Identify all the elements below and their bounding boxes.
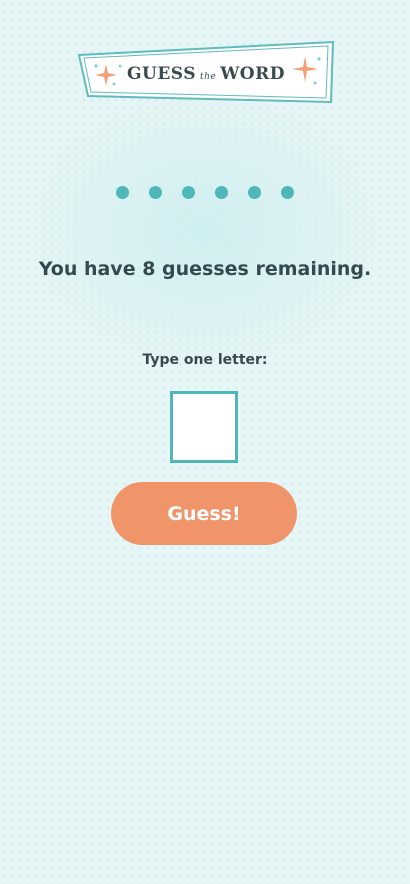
letter-prompt-label: Type one letter: [142, 352, 268, 368]
logo-word-the: the [199, 72, 217, 82]
guesses-remaining-text: You have 8 guesses remaining. [38, 258, 372, 280]
hidden-letter-dot [182, 186, 195, 199]
hidden-letter-dot [248, 186, 261, 199]
game-logo: GUESS the WORD [76, 40, 336, 106]
hidden-letter-dot [281, 186, 294, 199]
logo-word-guess: GUESS [126, 64, 196, 84]
letter-input[interactable] [170, 391, 238, 463]
logo-title: GUESS the WORD [76, 64, 336, 84]
logo-word-word: WORD [220, 64, 285, 84]
hidden-word-letters [0, 186, 410, 199]
guess-button[interactable]: Guess! [111, 482, 297, 545]
hidden-letter-dot [215, 186, 228, 199]
hidden-letter-dot [116, 186, 129, 199]
hidden-letter-dot [149, 186, 162, 199]
